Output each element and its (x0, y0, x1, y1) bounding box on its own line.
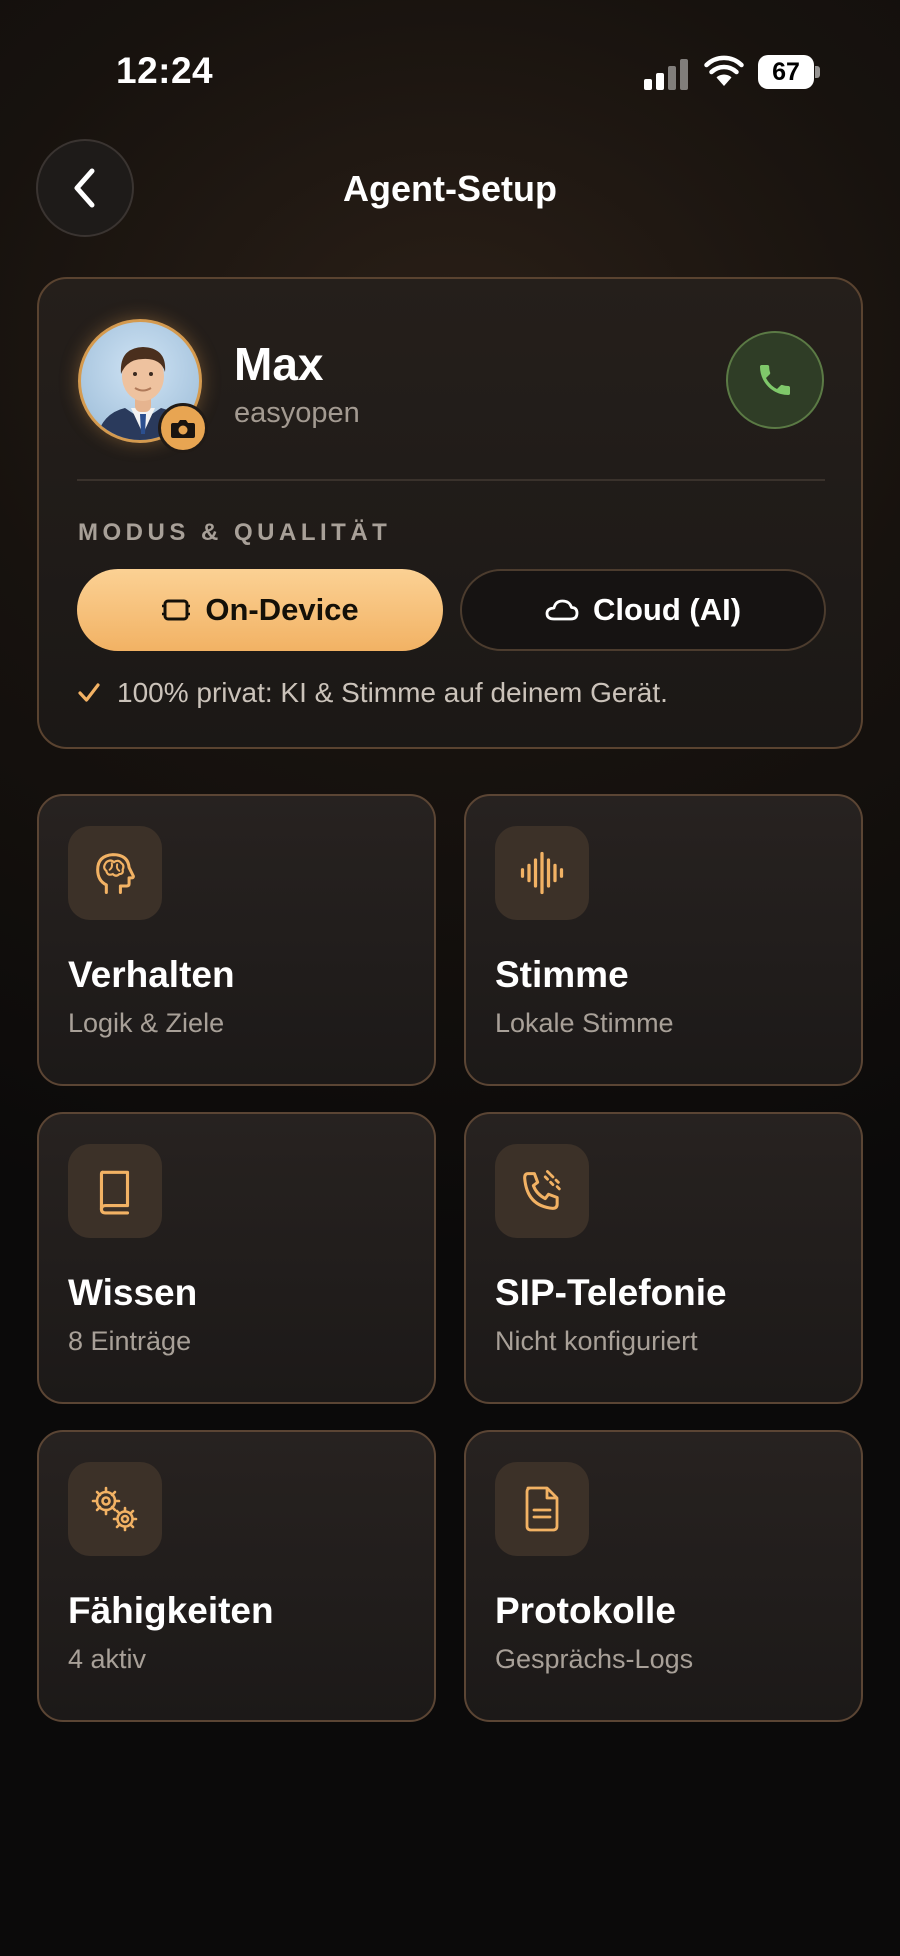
tile-subtitle: Lokale Stimme (495, 1008, 674, 1038)
tile-subtitle: Logik & Ziele (68, 1008, 225, 1038)
camera-icon (171, 420, 195, 438)
gears-icon (91, 1486, 138, 1532)
tile-title: Fähigkeiten (68, 1590, 274, 1631)
sound-wave-icon (520, 851, 564, 895)
mode-section-label: MODUS & QUALITÄT (78, 519, 392, 546)
tile-icon-box (68, 1462, 162, 1556)
phone-icon (760, 365, 790, 395)
tile-verhalten[interactable]: Verhalten Logik & Ziele (37, 794, 436, 1086)
tile-icon-box (495, 1462, 589, 1556)
wifi-icon (704, 55, 744, 86)
tile-icon-box (495, 826, 589, 920)
battery-level: 67 (758, 55, 814, 89)
tile-subtitle: 4 aktiv (68, 1644, 147, 1674)
cloud-icon (545, 599, 579, 621)
tile-subtitle: Nicht konfiguriert (495, 1326, 698, 1356)
privacy-note-text: 100% privat: KI & Stimme auf deinem Gerä… (117, 677, 668, 708)
book-icon (99, 1170, 130, 1215)
tile-sip-telefonie[interactable]: SIP-Telefonie Nicht konfiguriert (464, 1112, 863, 1404)
agent-profile-card: Max easyopen MODUS & QUALITÄT On-Device … (37, 277, 863, 749)
tile-subtitle: 8 Einträge (68, 1326, 192, 1356)
mode-on-device-button[interactable]: On-Device (77, 569, 443, 651)
card-divider (77, 479, 825, 481)
privacy-note: 100% privat: KI & Stimme auf deinem Gerä… (77, 677, 668, 709)
tile-title: SIP-Telefonie (495, 1272, 727, 1313)
tile-icon-box (68, 1144, 162, 1238)
tile-faehigkeiten[interactable]: Fähigkeiten 4 aktiv (37, 1430, 436, 1722)
phone-signal-icon (523, 1170, 561, 1210)
test-call-button[interactable] (726, 331, 824, 429)
tile-title: Stimme (495, 954, 629, 995)
battery-icon: 67 (758, 55, 820, 89)
chip-icon (162, 599, 191, 621)
mode-cloud-label: Cloud (AI) (592, 592, 742, 627)
tile-wissen[interactable]: Wissen 8 Einträge (37, 1112, 436, 1404)
cellular-signal-icon (644, 58, 690, 90)
agent-name: Max (234, 338, 324, 390)
tile-title: Verhalten (68, 954, 235, 995)
mode-cloud-button[interactable]: Cloud (AI) (460, 569, 826, 651)
page-title: Agent-Setup (343, 168, 557, 209)
agent-company: easyopen (234, 397, 360, 429)
brain-head-icon (96, 853, 135, 895)
tile-icon-box (495, 1144, 589, 1238)
checkmark-icon (78, 683, 100, 702)
tile-stimme[interactable]: Stimme Lokale Stimme (464, 794, 863, 1086)
document-icon (525, 1486, 559, 1532)
tile-subtitle: Gesprächs-Logs (495, 1644, 694, 1674)
tile-title: Protokolle (495, 1590, 676, 1631)
mode-on-device-label: On-Device (205, 592, 359, 627)
tile-title: Wissen (68, 1272, 198, 1313)
status-bar: 12:24 67 (0, 0, 900, 140)
change-avatar-button[interactable] (158, 403, 208, 453)
tile-protokolle[interactable]: Protokolle Gesprächs-Logs (464, 1430, 863, 1722)
tile-icon-box (68, 826, 162, 920)
status-time: 12:24 (116, 50, 214, 91)
